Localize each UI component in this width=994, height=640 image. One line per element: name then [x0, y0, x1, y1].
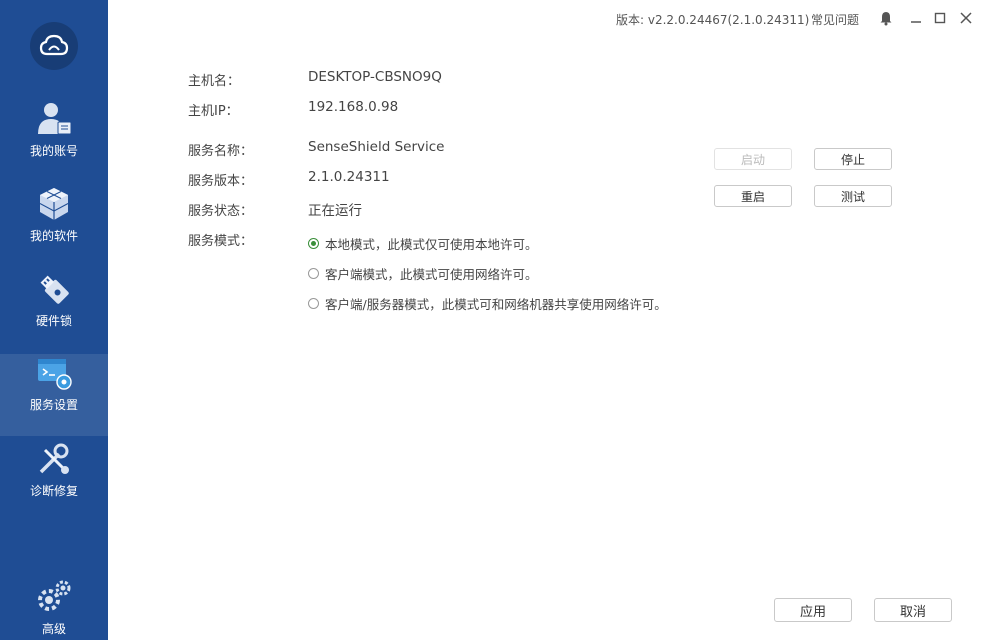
close-icon[interactable]: [958, 10, 974, 26]
hostname-label: 主机名：: [188, 74, 241, 89]
mode-client-label: 客户端模式，此模式可使用网络许可。: [325, 267, 538, 282]
service-version-value: 2.1.0.24311: [308, 169, 390, 185]
restart-button[interactable]: 重启: [714, 185, 792, 207]
hostip-label: 主机IP：: [188, 104, 239, 119]
mode-client-option[interactable]: 客户端模式，此模式可使用网络许可。: [308, 264, 538, 283]
version-text: 版本: v2.2.0.24467(2.1.0.24311): [616, 13, 810, 27]
sidebar-item-label: 服务设置: [29, 398, 78, 412]
service-name-value: SenseShield Service: [308, 139, 445, 155]
sidebar-item-label: 诊断修复: [29, 484, 78, 498]
mode-local-label: 本地模式，此模式仅可使用本地许可。: [325, 237, 538, 252]
usb-lock-icon: [40, 275, 69, 304]
cubes-icon: [39, 188, 69, 220]
gears-icon: [38, 580, 71, 611]
mode-client-radio[interactable]: [308, 268, 319, 279]
cloud-logo-icon: [30, 22, 78, 70]
service-status-value: 正在运行: [308, 203, 362, 219]
sidebar-item-label: 我的账号: [29, 144, 78, 158]
start-button[interactable]: 启动: [714, 148, 792, 170]
maximize-icon[interactable]: [932, 10, 948, 26]
service-settings-icon: [38, 359, 72, 390]
test-button[interactable]: 测试: [814, 185, 892, 207]
stop-button[interactable]: 停止: [814, 148, 892, 170]
cancel-button[interactable]: 取消: [874, 598, 952, 622]
sidebar-item-software[interactable]: 我的软件: [0, 185, 108, 267]
service-mode-label: 服务模式：: [188, 234, 254, 249]
hostip-value: 192.168.0.98: [308, 99, 399, 115]
apply-button[interactable]: 应用: [774, 598, 852, 622]
sidebar-item-diagnose[interactable]: 诊断修复: [0, 440, 108, 522]
sidebar: 我的账号 我的软件 硬件锁 服务设置 诊断修复 高级: [0, 0, 108, 640]
bell-icon[interactable]: [878, 10, 894, 26]
sidebar-item-service-settings[interactable]: 服务设置: [0, 354, 108, 436]
account-icon: [38, 103, 72, 135]
sidebar-item-label: 我的软件: [29, 229, 78, 243]
mode-local-radio[interactable]: [308, 238, 319, 249]
repair-tools-icon: [39, 443, 69, 474]
mode-client-server-option[interactable]: 客户端/服务器模式，此模式可和网络机器共享使用网络许可。: [308, 294, 667, 313]
sidebar-item-label: 高级: [41, 622, 66, 636]
sidebar-item-account[interactable]: 我的账号: [0, 100, 108, 182]
sidebar-item-label: 硬件锁: [35, 314, 72, 328]
faq-link[interactable]: 常见问题: [811, 11, 859, 28]
mode-local-option[interactable]: 本地模式，此模式仅可使用本地许可。: [308, 234, 538, 253]
service-version-label: 服务版本：: [188, 174, 254, 189]
hostname-value: DESKTOP-CBSNO9Q: [308, 69, 442, 85]
service-status-label: 服务状态：: [188, 204, 254, 219]
sidebar-item-hardware-lock[interactable]: 硬件锁: [0, 270, 108, 352]
mode-client-server-label: 客户端/服务器模式，此模式可和网络机器共享使用网络许可。: [325, 297, 667, 312]
service-name-label: 服务名称：: [188, 144, 254, 159]
mode-client-server-radio[interactable]: [308, 298, 319, 309]
minimize-icon[interactable]: [908, 10, 924, 26]
sidebar-item-advanced[interactable]: 高级: [0, 578, 108, 640]
